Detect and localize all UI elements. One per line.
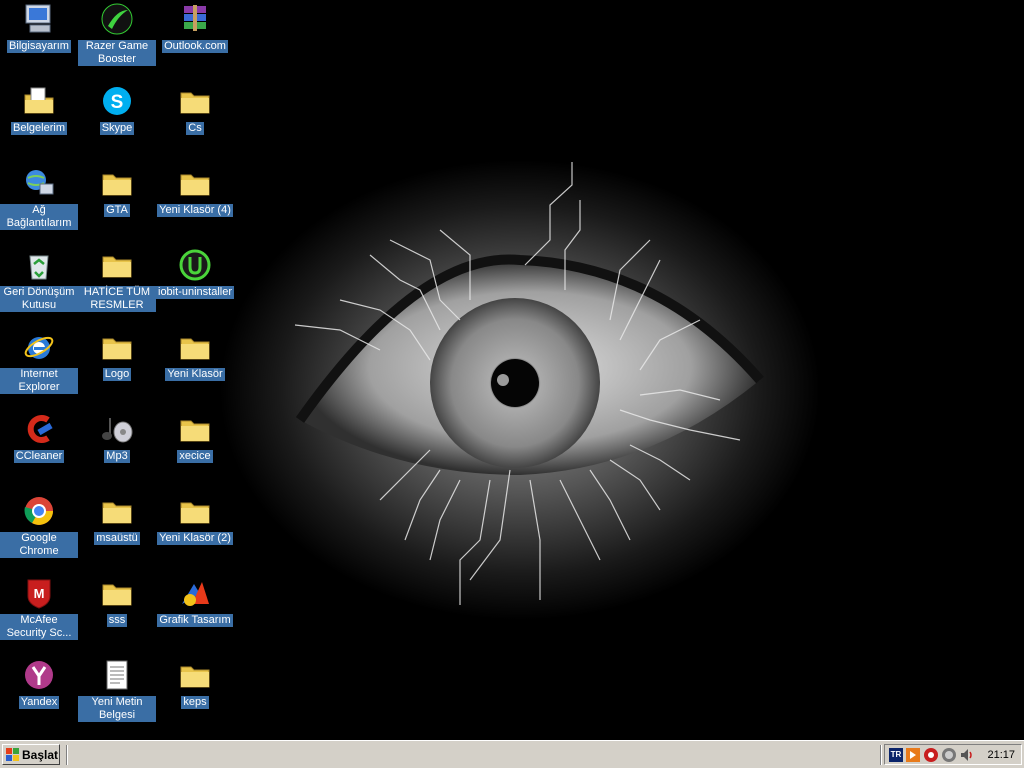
security-icon[interactable] [923,747,939,763]
desktop-icon-label: msaüstü [94,532,140,545]
folder-icon [178,412,212,446]
desktop-icon-label: Yeni Metin Belgesi [78,696,156,722]
desktop-icon[interactable]: keps [156,658,234,709]
desktop-icon[interactable]: Grafik Tasarım [156,576,234,627]
iobit-icon [178,248,212,282]
svg-text:M: M [34,586,45,601]
folder-icon [178,84,212,118]
folder-icon [100,330,134,364]
network-icon [22,166,56,200]
desktop-icon[interactable]: Google Chrome [0,494,78,558]
desktop-icon-label: sss [106,614,128,627]
desktop-icon[interactable]: xecice [156,412,234,463]
desktop-icon-label: Skype [99,122,135,135]
desktop-icon-label: Razer Game Booster [78,40,156,66]
chrome-icon [22,494,56,528]
mcafee-icon: M [22,576,56,610]
desktop-icon-label: Yeni Klasör [165,368,225,381]
razer-icon [100,2,134,36]
desktop-icon[interactable]: Razer Game Booster [78,2,156,66]
desktop-icon-label: Mp3 [104,450,130,463]
folder-icon [100,248,134,282]
desktop[interactable]: Bilgisayarım Razer Game Booster Outlook.co… [0,0,1024,740]
desktop-icon-label: Yandex [18,696,60,709]
desktop-icon[interactable]: CCleaner [0,412,78,463]
desktop-icon[interactable]: Yeni Klasör [156,330,234,381]
yandex-icon [22,658,56,692]
desktop-icon[interactable]: Yeni Klasör (4) [156,166,234,217]
desktop-icon[interactable]: Yeni Klasör (2) [156,494,234,545]
desktop-icon-label: GTA [104,204,130,217]
folder-icon [100,166,134,200]
desktop-icon[interactable]: iobit-uninstaller [156,248,234,299]
svg-text:S: S [111,92,124,113]
folder-icon [178,658,212,692]
desktop-icon[interactable]: Yeni Metin Belgesi [78,658,156,722]
desktop-icon-label: Belgelerim [11,122,67,135]
desktop-icon-label: Internet Explorer [0,368,78,394]
network-tray-icon[interactable] [941,747,957,763]
windows-logo-icon [6,747,19,761]
desktop-icon[interactable]: GTA [78,166,156,217]
taskbar-separator [66,745,68,765]
desktop-icon-label: Yeni Klasör (2) [157,532,233,545]
skype-icon: S [100,84,134,118]
desktop-icon[interactable]: S Skype [78,84,156,135]
desktop-icon-label: Yeni Klasör (4) [157,204,233,217]
internet-explorer-icon [22,330,56,364]
tray-separator [880,745,882,765]
desktop-icon-label: Google Chrome [0,532,78,558]
desktop-icon-label: HATİCE TÜM RESMLER [78,286,156,312]
desktop-icon[interactable]: Ağ Bağlantılarım [0,166,78,230]
desktop-icon[interactable]: M McAfee Security Sc... [0,576,78,640]
desktop-icon[interactable]: msaüstü [78,494,156,545]
desktop-icon-label: xecice [177,450,213,463]
text-document-icon [100,658,134,692]
desktop-icon-label: iobit-uninstaller [156,286,234,299]
desktop-icon[interactable]: Geri Dönüşüm Kutusu [0,248,78,312]
graphics-icon [178,576,212,610]
ccleaner-icon [22,412,56,446]
desktop-icon[interactable]: Outlook.com [156,2,234,53]
documents-folder-icon [22,84,56,118]
desktop-icon-label: keps [181,696,209,709]
desktop-icon-label: CCleaner [13,450,65,463]
folder-icon [100,576,134,610]
recycle-bin-icon [22,248,56,282]
desktop-icon[interactable]: Belgelerim [0,84,78,135]
winrar-icon [178,2,212,36]
desktop-icon[interactable]: Bilgisayarım [0,2,78,53]
start-label: Başlat [22,747,59,762]
folder-icon [100,494,134,528]
desktop-icon[interactable]: HATİCE TÜM RESMLER [78,248,156,312]
desktop-icon-label: Bilgisayarım [7,40,71,53]
system-tray: TR 21:17 [884,744,1022,765]
desktop-icon[interactable]: Cs [156,84,234,135]
desktop-icon[interactable]: sss [78,576,156,627]
desktop-icon-label: Ağ Bağlantılarım [0,204,78,230]
language-indicator[interactable]: TR [889,747,903,762]
computer-icon [22,2,56,36]
desktop-icon[interactable]: Internet Explorer [0,330,78,394]
desktop-icon-label: Outlook.com [162,40,228,53]
folder-icon [178,494,212,528]
update-icon[interactable] [905,747,921,763]
clock[interactable]: 21:17 [987,749,1015,761]
start-button[interactable]: Başlat [2,744,60,765]
volume-icon[interactable] [959,747,975,763]
folder-icon [178,330,212,364]
folder-icon [178,166,212,200]
desktop-icon-label: Cs [186,122,204,135]
desktop-icon[interactable]: Yandex [0,658,78,709]
taskbar: Başlat TR 21:17 [0,740,1024,768]
desktop-icon[interactable]: Logo [78,330,156,381]
desktop-icon[interactable]: Mp3 [78,412,156,463]
desktop-icon-label: Grafik Tasarım [157,614,233,627]
desktop-icon-label: McAfee Security Sc... [0,614,78,640]
music-icon [100,412,134,446]
desktop-icon-label: Geri Dönüşüm Kutusu [0,286,78,312]
desktop-icon-label: Logo [102,368,132,381]
